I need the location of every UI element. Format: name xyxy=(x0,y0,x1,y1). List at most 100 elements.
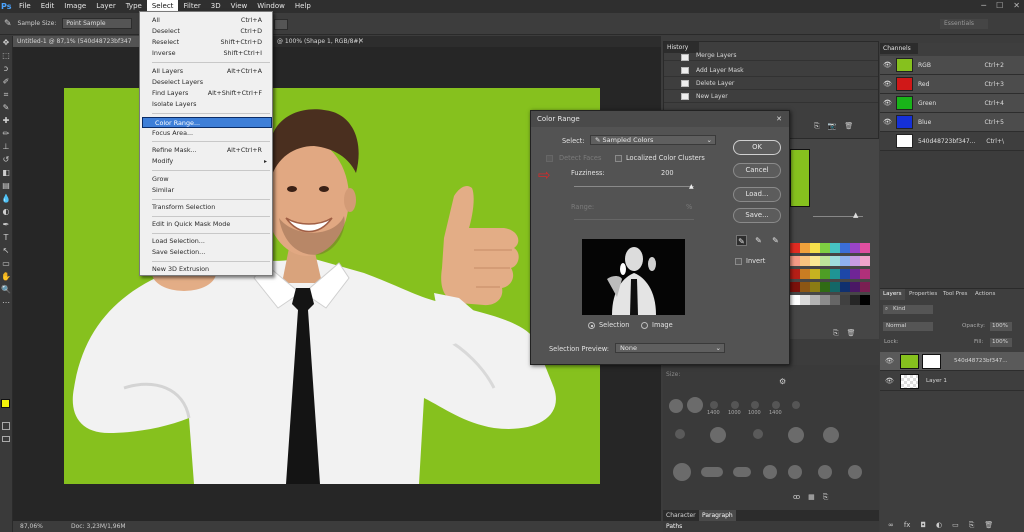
color-swatch[interactable] xyxy=(830,256,840,266)
color-swatch[interactable] xyxy=(840,282,850,292)
image-radio[interactable] xyxy=(641,322,648,329)
color-swatch[interactable] xyxy=(830,295,840,305)
visibility-eye-icon[interactable]: 👁 xyxy=(885,352,894,371)
marquee-tool-icon[interactable]: ⬚ xyxy=(1,51,11,61)
brush-tip[interactable] xyxy=(687,397,703,413)
brush-tip[interactable] xyxy=(733,467,751,477)
color-swatch[interactable] xyxy=(850,269,860,279)
color-swatch[interactable] xyxy=(820,256,830,266)
channel-row-mask[interactable]: 540d48723bf347... Ctrl+\ xyxy=(880,132,1024,151)
menu-item-3d-extrusion[interactable]: New 3D Extrusion xyxy=(140,264,272,275)
invert-checkbox[interactable] xyxy=(735,258,742,265)
slider-triangle-icon[interactable]: ▲ xyxy=(853,211,858,219)
quick-select-tool-icon[interactable]: ✐ xyxy=(1,77,11,87)
menu-item-refine-mask[interactable]: Refine Mask... Alt+Ctrl+R xyxy=(140,145,272,156)
mask-icon[interactable]: ◘ xyxy=(920,521,926,530)
history-row[interactable]: Add Layer Mask xyxy=(664,64,878,77)
channels-tab[interactable]: Channels xyxy=(880,43,918,54)
snapshot-icon[interactable]: 📷 xyxy=(828,122,837,131)
visibility-eye-icon[interactable]: 👁 xyxy=(883,94,892,113)
color-swatch[interactable] xyxy=(790,282,800,292)
brush-tip[interactable] xyxy=(818,465,832,479)
document-tab-active[interactable]: Untitled-1 @ 87,1% (540d48723bf347 xyxy=(13,36,141,47)
menu-item-reselect[interactable]: Reselect Shift+Ctrl+D xyxy=(140,37,272,48)
color-swatch[interactable] xyxy=(800,243,810,253)
selection-preview-select[interactable]: None ⌄ xyxy=(615,343,725,353)
brush-tip[interactable] xyxy=(788,465,802,479)
menu-file[interactable]: File xyxy=(14,0,36,13)
brush-toggle-icon[interactable]: ꝏ xyxy=(793,493,800,502)
trash-icon[interactable]: 🗑 xyxy=(984,521,993,530)
save-button[interactable]: Save... xyxy=(733,208,781,223)
menu-item-similar[interactable]: Similar xyxy=(140,185,272,196)
color-swatch[interactable] xyxy=(800,282,810,292)
history-row[interactable]: New Layer xyxy=(664,90,878,103)
brush-tip[interactable] xyxy=(673,463,691,481)
menu-item-deselect[interactable]: Deselect Ctrl+D xyxy=(140,26,272,37)
history-row[interactable]: Merge Layers xyxy=(664,51,878,61)
type-tool-icon[interactable]: T xyxy=(1,233,11,243)
color-swatch[interactable] xyxy=(860,295,870,305)
menu-item-load-selection[interactable]: Load Selection... xyxy=(140,236,272,247)
tab-paragraph[interactable]: Paragraph xyxy=(699,510,736,521)
stamp-tool-icon[interactable]: ⊥ xyxy=(1,142,11,152)
color-swatch[interactable] xyxy=(830,282,840,292)
visibility-eye-icon[interactable]: 👁 xyxy=(883,56,892,75)
zoom-tool-icon[interactable]: 🔍 xyxy=(1,285,11,295)
lasso-tool-icon[interactable]: ↄ xyxy=(1,64,11,74)
layer-filter-kind[interactable]: ⌕ Kind xyxy=(883,305,933,314)
tab-layers[interactable]: Layers xyxy=(880,289,905,300)
color-swatch[interactable] xyxy=(850,243,860,253)
color-swatch[interactable] xyxy=(810,282,820,292)
tab-actions[interactable]: Actions xyxy=(972,289,998,300)
select-dropdown[interactable]: ✎ Sampled Colors ⌄ xyxy=(590,135,716,145)
color-swatch[interactable] xyxy=(790,269,800,279)
color-swatch[interactable] xyxy=(840,256,850,266)
brush-tip[interactable] xyxy=(710,427,726,443)
crop-tool-icon[interactable]: ⌗ xyxy=(1,90,11,100)
color-swatch[interactable] xyxy=(850,295,860,305)
document-tab-other[interactable]: @ 100% (Shape 1, RGB/8#) xyxy=(273,36,365,47)
localized-clusters-checkbox[interactable] xyxy=(615,155,622,162)
color-swatch[interactable] xyxy=(790,295,800,305)
new-layer-icon[interactable]: ⎘ xyxy=(969,521,975,530)
visibility-eye-icon[interactable]: 👁 xyxy=(883,75,892,94)
eraser-tool-icon[interactable]: ◧ xyxy=(1,168,11,178)
menu-item-transform-selection[interactable]: Transform Selection xyxy=(140,202,272,213)
tab-properties[interactable]: Properties xyxy=(906,289,940,300)
quick-mask-icon[interactable] xyxy=(2,422,10,430)
move-tool-icon[interactable]: ✥ xyxy=(1,38,11,48)
color-swatch[interactable] xyxy=(830,243,840,253)
channel-row-rgb[interactable]: 👁 RGB Ctrl+2 xyxy=(880,56,1024,75)
blur-tool-icon[interactable]: 💧 xyxy=(1,194,11,204)
tab-tool-presets[interactable]: Tool Pres xyxy=(940,289,970,300)
brush-tip[interactable] xyxy=(710,401,718,409)
visibility-eye-icon[interactable]: 👁 xyxy=(885,372,894,391)
color-swatch[interactable] xyxy=(850,256,860,266)
menu-help[interactable]: Help xyxy=(290,0,316,13)
eyedropper-minus-icon[interactable]: ✎ xyxy=(770,235,781,246)
new-document-icon[interactable]: ⎘ xyxy=(814,122,820,131)
load-button[interactable]: Load... xyxy=(733,187,781,202)
brush-tip[interactable] xyxy=(848,465,862,479)
menu-item-save-selection[interactable]: Save Selection... xyxy=(140,247,272,258)
eyedropper-tool-icon[interactable]: ✎ xyxy=(1,103,11,113)
color-swatch[interactable] xyxy=(840,243,850,253)
tab-paths[interactable]: Paths xyxy=(666,521,682,532)
color-swatch[interactable] xyxy=(800,256,810,266)
tab-character[interactable]: Character xyxy=(666,510,696,521)
brush-tip[interactable] xyxy=(701,467,723,477)
brush-tip[interactable] xyxy=(792,401,800,409)
menu-item-grow[interactable]: Grow xyxy=(140,174,272,185)
shape-tool-icon[interactable]: ▭ xyxy=(1,259,11,269)
selection-radio[interactable] xyxy=(588,322,595,329)
path-select-tool-icon[interactable]: ↖ xyxy=(1,246,11,256)
color-swatch[interactable] xyxy=(860,282,870,292)
color-swatch[interactable] xyxy=(810,243,820,253)
color-swatch[interactable] xyxy=(850,282,860,292)
menu-item-all[interactable]: All Ctrl+A xyxy=(140,15,272,26)
dodge-tool-icon[interactable]: ◐ xyxy=(1,207,11,217)
color-swatch[interactable] xyxy=(840,295,850,305)
brush-options-icon[interactable]: ⚙ xyxy=(779,377,786,386)
more-tools-icon[interactable]: ⋯ xyxy=(1,298,11,308)
